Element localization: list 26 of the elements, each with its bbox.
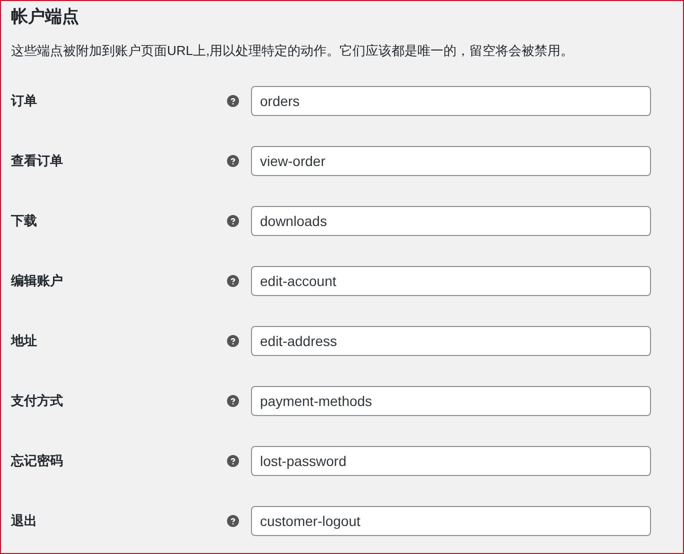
help-icon[interactable] [227, 95, 239, 107]
input-field[interactable]: view-order [251, 146, 651, 176]
field-label: 地址 [11, 332, 38, 350]
input-field[interactable]: orders [251, 86, 651, 116]
help-icon[interactable] [227, 215, 239, 227]
field-label: 编辑账户 [11, 272, 64, 290]
input-field[interactable]: edit-account [251, 266, 651, 296]
input-field[interactable]: customer-logout [251, 506, 651, 536]
input-field[interactable]: edit-address [251, 326, 651, 356]
field-label: 退出 [11, 512, 38, 530]
help-icon[interactable] [227, 275, 239, 287]
help-icon[interactable] [227, 335, 239, 347]
help-icon[interactable] [227, 515, 239, 527]
field-label: 查看订单 [11, 152, 64, 170]
input-field[interactable]: payment-methods [251, 386, 651, 416]
input-field[interactable]: downloads [251, 206, 651, 236]
field-label: 订单 [11, 92, 38, 110]
section-description: 这些端点被附加到账户页面URL上,用以处理特定的动作。它们应该都是唯一的，留空将会被禁用。 [11, 42, 574, 60]
help-icon[interactable] [227, 155, 239, 167]
field-label: 忘记密码 [11, 452, 64, 470]
field-label: 下载 [11, 212, 38, 230]
help-icon[interactable] [227, 395, 239, 407]
help-icon[interactable] [227, 455, 239, 467]
input-field[interactable]: lost-password [251, 446, 651, 476]
section-title: 帐户端点 [11, 6, 79, 28]
field-label: 支付方式 [11, 392, 64, 410]
